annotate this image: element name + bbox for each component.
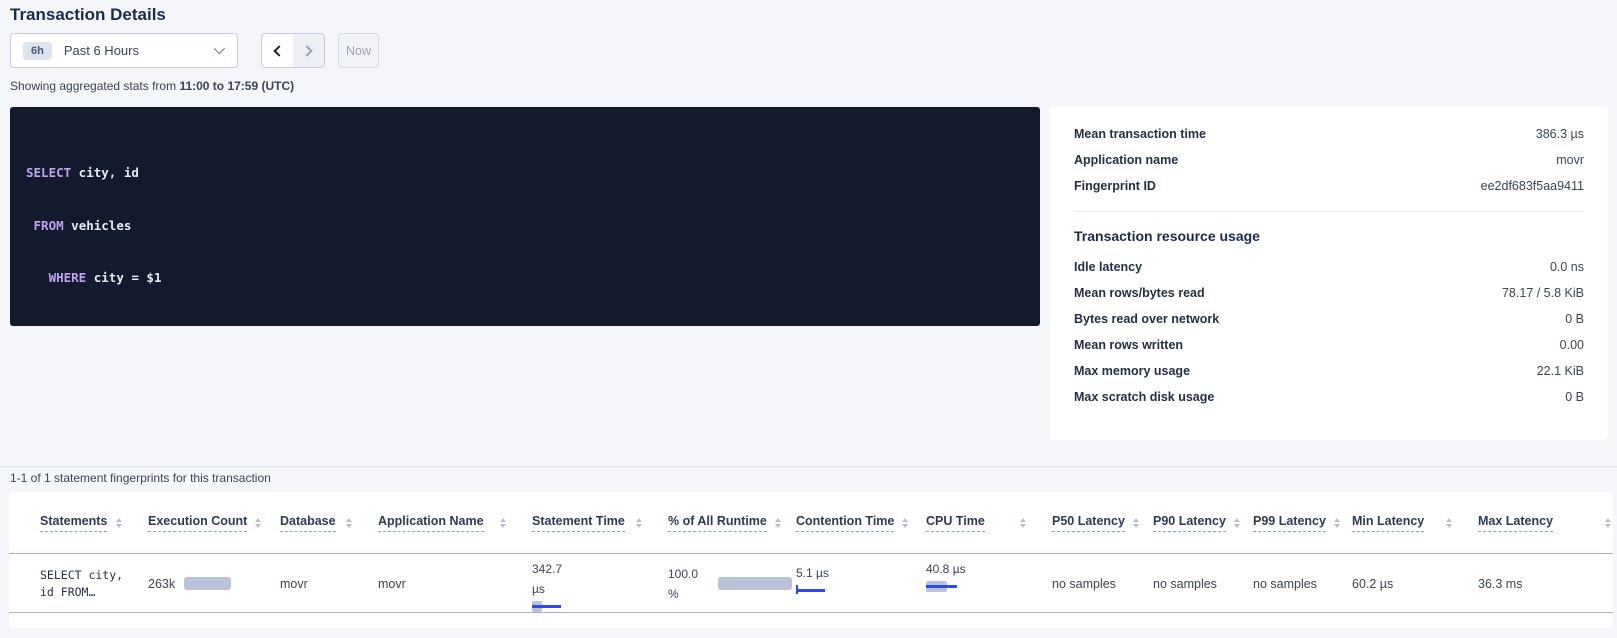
summary-row: Application name movr: [1074, 147, 1584, 173]
p50-latency-cell: no samples: [1052, 577, 1153, 591]
sort-icon[interactable]: [1334, 518, 1340, 528]
sql-keyword: SELECT: [26, 165, 71, 180]
application-name-cell: movr: [378, 577, 532, 591]
statement-time-cell: 342.7 µs: [532, 554, 668, 613]
sort-icon[interactable]: [636, 518, 642, 528]
col-header-contention-time[interactable]: Contention Time: [796, 514, 926, 532]
pct-all-runtime-cell: 100.0 %: [668, 564, 796, 604]
col-header-p99-latency[interactable]: P99 Latency: [1253, 514, 1352, 532]
time-controls: 6h Past 6 Hours Now: [10, 33, 379, 68]
statement-link[interactable]: SELECT city, id FROM…: [40, 567, 148, 601]
resource-row: Bytes read over network 0 B: [1074, 306, 1584, 332]
time-nav-group: [261, 33, 325, 68]
resource-row: Mean rows/bytes read 78.17 / 5.8 KiB: [1074, 280, 1584, 306]
sort-icon[interactable]: [1020, 518, 1026, 528]
sql-statement-box: SELECT city, id FROM vehicles WHERE city…: [10, 107, 1040, 326]
summary-row: Fingerprint ID ee2df683f5aa9411: [1074, 173, 1584, 199]
time-range-label: Past 6 Hours: [64, 43, 139, 58]
contention-time-bar-chart: [796, 585, 826, 595]
now-button[interactable]: Now: [338, 33, 379, 68]
transaction-summary-card: Mean transaction time 386.3 µs Applicati…: [1050, 107, 1608, 440]
col-header-database[interactable]: Database: [280, 514, 378, 532]
resource-row: Max scratch disk usage 0 B: [1074, 384, 1584, 410]
contention-time-cell: 5.1 µs: [796, 554, 926, 613]
aggregated-stats-note: Showing aggregated stats from 11:00 to 1…: [10, 79, 294, 93]
statements-table-caption: 1-1 of 1 statement fingerprints for this…: [10, 471, 271, 485]
page-title: Transaction Details: [10, 5, 166, 25]
database-cell: movr: [280, 577, 378, 591]
sort-icon[interactable]: [116, 518, 122, 528]
prev-time-button[interactable]: [262, 34, 293, 67]
col-header-statement-time[interactable]: Statement Time: [532, 514, 668, 532]
sort-icon[interactable]: [1446, 518, 1452, 528]
p99-latency-cell: no samples: [1253, 577, 1352, 591]
sql-line: FROM vehicles: [26, 217, 1024, 235]
col-header-pct-all-runtime[interactable]: % of All Runtime: [668, 514, 796, 532]
p90-latency-cell: no samples: [1153, 577, 1253, 591]
chevron-right-icon: [301, 45, 312, 56]
sort-icon[interactable]: [255, 518, 261, 528]
statements-table-header: Statements Execution Count Database Appl…: [9, 492, 1613, 554]
col-header-application-name[interactable]: Application Name: [378, 514, 532, 532]
chevron-left-icon: [273, 45, 284, 56]
statement-time-bar-chart: [532, 601, 668, 613]
sql-line: SELECT city, id: [26, 164, 1024, 182]
execution-count-cell: 263k: [148, 577, 280, 591]
execution-count-bar: [184, 577, 231, 590]
sort-icon[interactable]: [902, 518, 908, 528]
col-header-min-latency[interactable]: Min Latency: [1352, 514, 1478, 532]
sql-keyword: FROM: [34, 218, 64, 233]
cpu-time-cell: 40.8 µs: [926, 554, 1052, 613]
cpu-time-bar-chart: [926, 581, 1052, 593]
table-row: SELECT city, id FROM… 263k movr movr 342…: [9, 554, 1613, 613]
divider: [1074, 211, 1584, 212]
chevron-down-icon: [214, 43, 225, 54]
col-header-statements[interactable]: Statements: [40, 514, 148, 532]
sql-keyword: WHERE: [49, 270, 87, 285]
pct-all-runtime-bar: [718, 577, 792, 590]
col-header-cpu-time[interactable]: CPU Time: [926, 514, 1052, 532]
sort-icon[interactable]: [1133, 518, 1139, 528]
col-header-execution-count[interactable]: Execution Count: [148, 514, 280, 532]
resource-usage-heading: Transaction resource usage: [1074, 228, 1584, 244]
col-header-max-latency[interactable]: Max Latency: [1478, 514, 1613, 532]
sort-icon[interactable]: [1234, 518, 1240, 528]
sort-icon[interactable]: [500, 518, 506, 528]
resource-row: Idle latency 0.0 ns: [1074, 254, 1584, 280]
col-header-p90-latency[interactable]: P90 Latency: [1153, 514, 1253, 532]
min-latency-cell: 60.2 µs: [1352, 577, 1478, 591]
statements-table: Statements Execution Count Database Appl…: [9, 492, 1613, 628]
divider: [0, 466, 1617, 467]
resource-row: Max memory usage 22.1 KiB: [1074, 358, 1584, 384]
max-latency-cell: 36.3 ms: [1478, 577, 1613, 591]
sort-icon[interactable]: [346, 518, 352, 528]
resource-row: Mean rows written 0.00: [1074, 332, 1584, 358]
time-range-badge: 6h: [23, 42, 52, 60]
time-range-dropdown[interactable]: 6h Past 6 Hours: [10, 33, 238, 68]
sql-line: WHERE city = $1: [26, 269, 1024, 287]
next-time-button[interactable]: [293, 34, 324, 67]
sort-icon[interactable]: [1605, 518, 1611, 528]
summary-row: Mean transaction time 386.3 µs: [1074, 121, 1584, 147]
col-header-p50-latency[interactable]: P50 Latency: [1052, 514, 1153, 532]
sort-icon[interactable]: [775, 518, 781, 528]
